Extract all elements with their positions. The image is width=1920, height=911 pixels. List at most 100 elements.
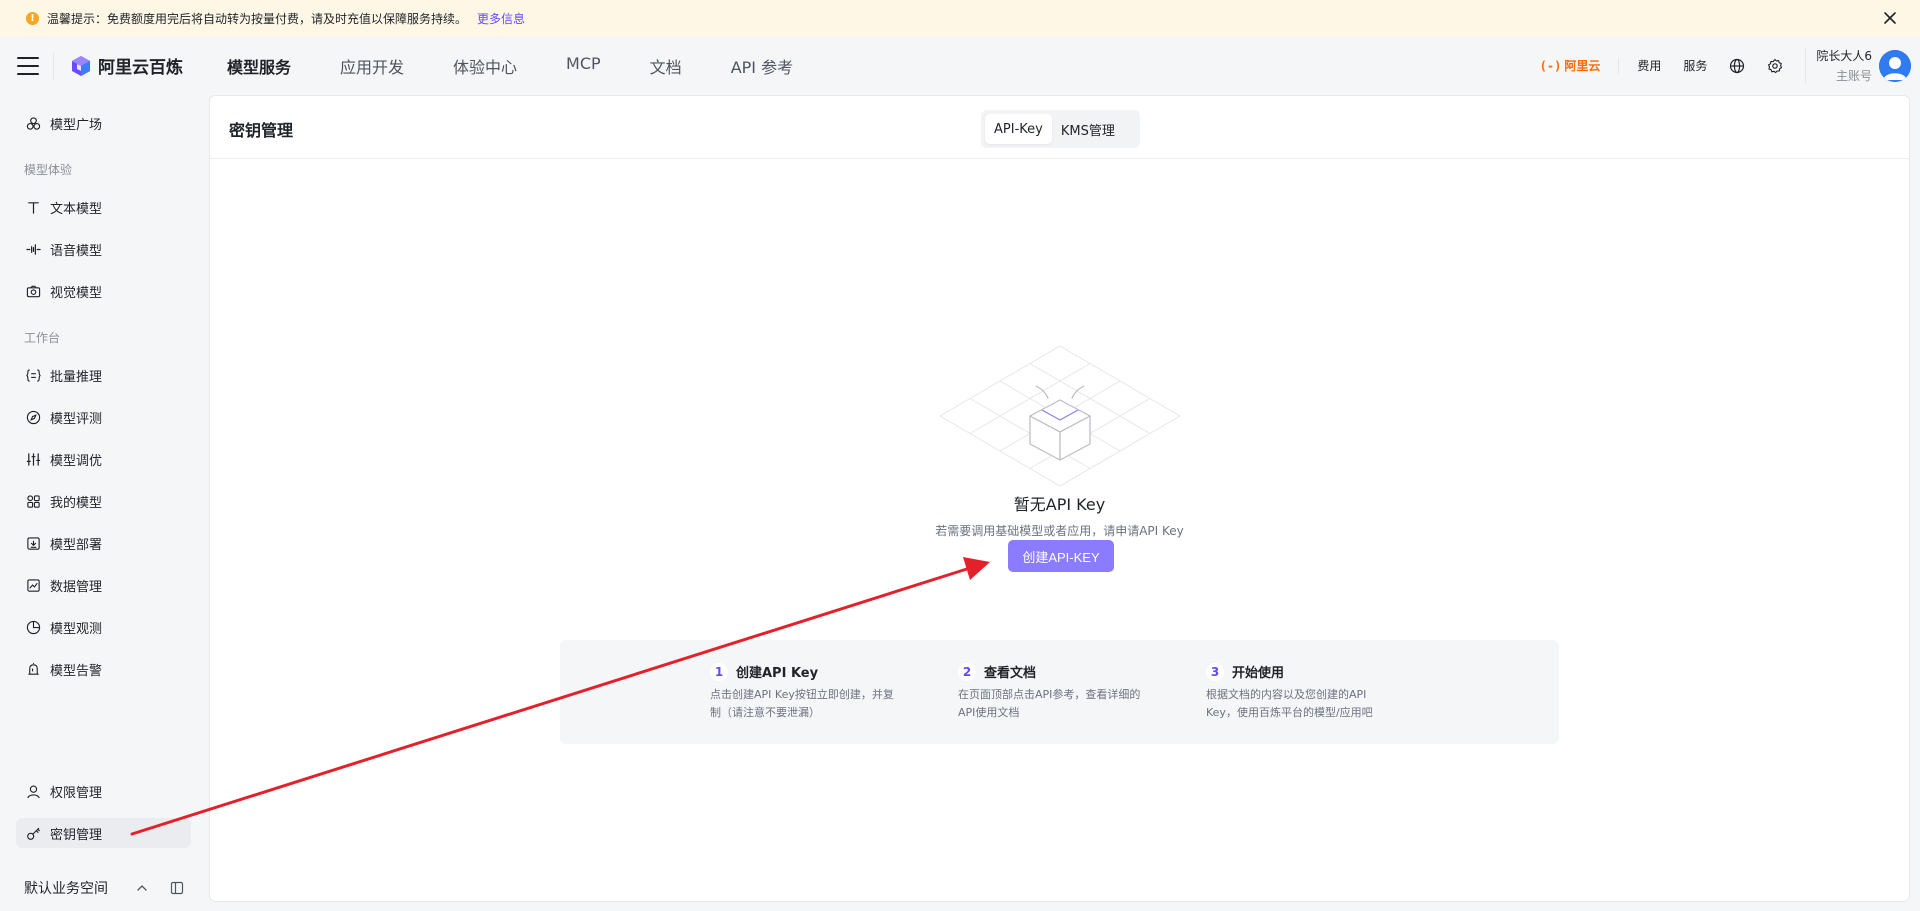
notice-banner: ! 温馨提示：免费额度用完后将自动转为按量付费，请及时充值以保障服务持续。 更多…	[0, 0, 1920, 37]
empty-state-description: 若需要调用基础模型或者应用，请申请API Key	[935, 524, 1184, 538]
sidebar-item-key-manage[interactable]: 密钥管理	[16, 818, 191, 848]
step-description: API使用文档	[958, 706, 1020, 719]
warning-icon: !	[26, 12, 39, 25]
sidebar-item-model-tuning[interactable]: 模型调优	[16, 444, 191, 474]
sidebar-item-label: 批量推理	[50, 369, 103, 385]
step-item: 3 开始使用 根据文档的内容以及您创建的API Key，使用百炼平台的模型/应用…	[1206, 662, 1406, 722]
workspace-name[interactable]: 默认业务空间	[24, 878, 108, 898]
step-item: 1 创建API Key 点击创建API Key按钮立即创建，并复 制（请注意不要…	[710, 662, 910, 722]
top-header: 阿里云百炼 模型服务 应用开发 体验中心 MCP 文档 API 参考 (-) 阿…	[0, 37, 1920, 94]
sidebar-item-label: 模型广场	[50, 117, 103, 133]
nav-app-dev[interactable]: 应用开发	[340, 54, 404, 78]
user-avatar-icon	[1879, 49, 1911, 82]
step-title: 开始使用	[1232, 666, 1285, 681]
aliyun-link[interactable]: (-) 阿里云	[1540, 57, 1601, 74]
step-description: 制（请注意不要泄漏）	[710, 706, 820, 719]
key-icon	[27, 827, 40, 840]
empty-state-title: 暂无API Key	[1013, 495, 1106, 514]
sidebar-item-batch-inference[interactable]: 批量推理	[16, 360, 191, 390]
sidebar-item-voice-model[interactable]: 语音模型	[16, 234, 191, 264]
sidebar-item-label: 模型评测	[50, 411, 103, 427]
camera-icon	[26, 285, 41, 297]
brand-logo-link[interactable]: 阿里云百炼	[70, 53, 183, 78]
deploy-icon	[27, 536, 40, 550]
sidebar-item-model-observe[interactable]: 模型观测	[16, 612, 191, 642]
apps-grid-icon	[27, 494, 40, 508]
nav-api-reference[interactable]: API 参考	[731, 54, 793, 78]
sidebar-group-experience: 模型体验	[24, 163, 73, 177]
account-type: 主账号	[1835, 69, 1872, 83]
step-number: 2	[958, 662, 976, 681]
menu-icon[interactable]	[17, 56, 39, 75]
more-info-link[interactable]: 更多信息	[477, 10, 525, 27]
sidebar-item-model-alert[interactable]: 模型告警	[16, 654, 191, 684]
main-panel: 密钥管理 API-Key KMS管理 暂无API Key 若需要调用基础模型或者…	[209, 95, 1910, 902]
user-name: 院长大人6	[1816, 49, 1872, 63]
header-divider	[53, 52, 54, 79]
empty-box-illustration	[939, 345, 1181, 487]
sidebar-item-label: 文本模型	[50, 201, 103, 217]
step-item: 2 查看文档 在页面顶部点击API参考，查看详细的 API使用文档	[958, 662, 1158, 722]
header-divider	[1618, 57, 1620, 74]
sidebar-item-label: 模型部署	[50, 537, 103, 553]
sidebar-item-vision-model[interactable]: 视觉模型	[16, 276, 191, 306]
top-nav: 模型服务 应用开发 体验中心 MCP 文档 API 参考	[227, 54, 842, 78]
close-icon[interactable]	[1880, 8, 1900, 28]
nav-experience-center[interactable]: 体验中心	[453, 54, 517, 78]
chart-line-icon	[27, 578, 40, 592]
step-description: Key，使用百炼平台的模型/应用吧	[1206, 706, 1373, 719]
service-link[interactable]: 服务	[1683, 57, 1707, 74]
user-icon	[27, 785, 40, 798]
tab-api-key[interactable]: API-Key	[985, 114, 1052, 144]
step-number: 1	[710, 662, 728, 681]
user-info[interactable]: 院长大人6 主账号	[1816, 47, 1872, 84]
panel-header: 密钥管理 API-Key KMS管理	[210, 96, 1909, 159]
notice-text: 温馨提示：免费额度用完后将自动转为按量付费，请及时充值以保障服务持续。	[47, 12, 468, 26]
waveform-icon	[26, 243, 41, 255]
sidebar-item-model-eval[interactable]: 模型评测	[16, 402, 191, 432]
alarm-icon	[28, 662, 39, 675]
nav-docs[interactable]: 文档	[650, 54, 682, 78]
sidebar-item-text-model[interactable]: 文本模型	[16, 192, 191, 222]
billing-link[interactable]: 费用	[1637, 57, 1661, 74]
sidebar-item-label: 我的模型	[50, 495, 103, 511]
step-description: 在页面顶部点击API参考，查看详细的	[958, 688, 1141, 701]
settings-gear-icon[interactable]	[1767, 58, 1783, 74]
create-api-key-button[interactable]: 创建API-KEY	[1008, 540, 1114, 572]
text-icon	[28, 201, 39, 214]
language-icon[interactable]	[1729, 58, 1745, 74]
chevron-up-icon[interactable]	[136, 882, 148, 894]
sidebar-item-my-models[interactable]: 我的模型	[16, 486, 191, 516]
sidebar-item-label: 模型观测	[50, 621, 103, 637]
brand-name: 阿里云百炼	[98, 58, 183, 78]
compass-icon	[26, 410, 41, 424]
sidebar-item-label: 密钥管理	[50, 827, 103, 843]
pie-chart-icon	[26, 620, 41, 634]
nav-mcp[interactable]: MCP	[566, 54, 601, 78]
sidebar-item-model-deploy[interactable]: 模型部署	[16, 528, 191, 558]
sidebar-collapse-icon[interactable]	[170, 881, 184, 895]
aliyun-logo-icon: (-)	[1539, 58, 1562, 73]
batch-list-icon	[26, 368, 41, 382]
sidebar-item-label: 数据管理	[50, 579, 103, 595]
tab-kms[interactable]: KMS管理	[1052, 114, 1124, 144]
sidebar-item-label: 模型调优	[50, 453, 103, 469]
sliders-icon	[26, 452, 41, 466]
step-description: 点击创建API Key按钮立即创建，并复	[710, 688, 894, 701]
sidebar-item-permission[interactable]: 权限管理	[16, 776, 191, 806]
nav-model-service[interactable]: 模型服务	[227, 54, 291, 78]
workspace-switcher: 默认业务空间	[24, 876, 190, 900]
avatar[interactable]	[1879, 49, 1911, 82]
sidebar-item-data-manage[interactable]: 数据管理	[16, 570, 191, 600]
header-right: (-) 阿里云 费用 服务 院长大人6 主账号	[1540, 37, 1920, 94]
model-square-icon	[26, 116, 41, 130]
header-divider	[1805, 48, 1807, 83]
sidebar-item-label: 视觉模型	[50, 285, 103, 301]
sidebar-item-label: 权限管理	[50, 785, 103, 801]
sidebar-item-model-square[interactable]: 模型广场	[16, 108, 191, 138]
tab-switcher: API-Key KMS管理	[981, 110, 1140, 148]
getting-started-steps: 1 创建API Key 点击创建API Key按钮立即创建，并复 制（请注意不要…	[560, 640, 1559, 744]
step-description: 根据文档的内容以及您创建的API	[1206, 688, 1367, 701]
step-number: 3	[1206, 662, 1224, 681]
step-title: 查看文档	[984, 666, 1037, 681]
